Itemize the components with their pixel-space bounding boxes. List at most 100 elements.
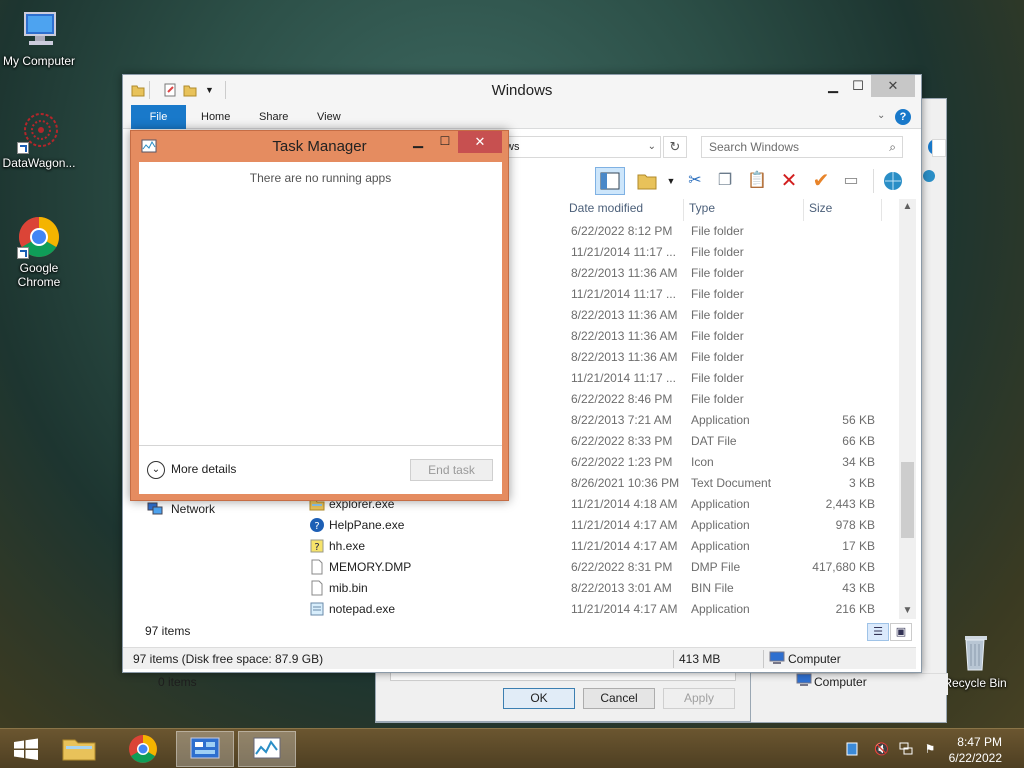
file-type: Application — [691, 539, 750, 553]
file-type: File folder — [691, 308, 744, 322]
ok-button[interactable]: OK — [503, 688, 575, 709]
no-apps-message: There are no running apps — [249, 171, 392, 185]
more-details-label: More details — [171, 462, 237, 477]
refresh-button[interactable]: ↻ — [663, 136, 687, 158]
explorer-titlebar[interactable]: ▼ Windows ▁ ☐ ✕ — [123, 75, 921, 105]
help-icon[interactable]: ? — [895, 109, 911, 125]
notepad-icon — [309, 601, 325, 617]
globe-icon[interactable] — [881, 169, 905, 193]
taskbar-task-manager[interactable] — [238, 731, 296, 767]
action-center-icon[interactable] — [845, 742, 859, 756]
search-input[interactable]: Search Windows ⌕ — [701, 136, 903, 158]
file-size: 56 KB — [842, 413, 875, 427]
delete-icon[interactable]: ✕ — [777, 169, 801, 193]
tab-home[interactable]: Home — [189, 105, 242, 129]
table-row[interactable]: ? hh.exe 11/21/2014 4:17 AM Application 17 K… — [303, 536, 903, 557]
file-date: 6/22/2022 8:31 PM — [571, 560, 673, 574]
minimize-button[interactable]: ▁ — [406, 131, 430, 153]
desktop-icon-google-chrome[interactable]: Google Chrome — [0, 215, 78, 289]
table-row[interactable]: notepad.exe 11/21/2014 4:17 AM Application… — [303, 599, 903, 620]
tab-share[interactable]: Share — [247, 105, 300, 129]
column-header-size[interactable]: Size — [809, 201, 832, 219]
shortcut-arrow-icon — [17, 247, 29, 259]
chrome-icon — [17, 215, 61, 259]
rename-icon[interactable]: ▭ — [839, 169, 863, 193]
hh-icon: ? — [309, 538, 325, 554]
svg-text:?: ? — [314, 521, 319, 532]
chevron-down-icon[interactable]: ▼ — [659, 169, 683, 193]
column-header-date[interactable]: Date modified — [569, 201, 643, 219]
address-bar[interactable]: ws ⌄ — [501, 136, 661, 158]
nav-label-network: Network — [171, 502, 216, 516]
folder-options-icon[interactable] — [635, 169, 659, 193]
globe-icon — [922, 169, 936, 183]
nav-item-network[interactable]: Network — [147, 502, 216, 516]
file-type: File folder — [691, 224, 744, 238]
desktop-icon-label: DataWagon... — [2, 156, 76, 170]
file-type: Application — [691, 602, 750, 616]
desktop-icon-my-computer[interactable]: My Computer — [0, 8, 78, 68]
file-date: 8/22/2013 11:36 AM — [571, 266, 678, 280]
file-type: File folder — [691, 350, 744, 364]
network-tray-icon[interactable] — [899, 742, 913, 756]
windows-logo-icon — [14, 738, 38, 760]
file-date: 8/22/2013 11:36 AM — [571, 350, 678, 364]
details-pane-icon[interactable] — [595, 167, 625, 195]
file-size: 216 KB — [835, 602, 875, 616]
close-button[interactable]: ✕ — [871, 75, 915, 97]
column-header-type[interactable]: Type — [689, 201, 715, 219]
more-details-button[interactable]: ⌄ More details — [147, 461, 236, 479]
desktop-icon-label: Google Chrome — [17, 261, 61, 289]
desktop-icon-datawagon[interactable]: DataWagon... — [0, 110, 78, 170]
table-row[interactable]: mib.bin 8/22/2013 3:01 AM BIN File 43 KB — [303, 578, 903, 599]
expand-ribbon-icon[interactable]: ⌄ — [877, 110, 885, 121]
volume-muted-icon[interactable]: 🔇 — [874, 742, 889, 756]
chevron-down-icon[interactable]: ⌄ — [648, 137, 656, 157]
vertical-scrollbar[interactable]: ▲ ▼ — [899, 199, 916, 619]
tab-file[interactable]: File — [131, 105, 186, 129]
file-type: DMP File — [691, 560, 741, 574]
item-count: 97 items — [145, 624, 191, 638]
ribbon-tabs: File Home Share View ⌄ ? — [123, 105, 921, 129]
apply-button[interactable]: Apply — [663, 688, 735, 709]
clock[interactable]: 8:47 PM 6/22/2022 — [949, 734, 1002, 766]
scroll-up-icon[interactable]: ▲ — [899, 201, 916, 212]
file-date: 8/26/2021 10:36 PM — [571, 476, 680, 490]
file-date: 11/21/2014 4:17 AM — [571, 602, 678, 616]
search-placeholder: Search Windows — [709, 140, 800, 154]
taskbar-file-explorer[interactable] — [50, 731, 108, 767]
flag-alert-icon[interactable]: ⚑ — [923, 742, 937, 756]
file-date: 11/21/2014 4:17 AM — [571, 539, 678, 553]
table-row[interactable]: MEMORY.DMP 6/22/2022 8:31 PM DMP File 417,6… — [303, 557, 903, 578]
start-button[interactable] — [6, 733, 46, 765]
file-date: 8/22/2013 3:01 AM — [571, 581, 672, 595]
file-icon — [309, 559, 325, 575]
file-date: 11/21/2014 11:17 ... — [571, 371, 676, 385]
scrollbar-thumb[interactable] — [901, 462, 914, 538]
clock-time: 8:47 PM — [957, 735, 1002, 749]
maximize-button[interactable]: ☐ — [433, 131, 457, 153]
taskbar-chrome[interactable] — [114, 731, 172, 767]
taskbar-control-panel[interactable] — [176, 731, 234, 767]
cut-icon[interactable]: ✂ — [683, 169, 707, 193]
large-icons-view-button[interactable]: ▣ — [890, 623, 912, 641]
cancel-button[interactable]: Cancel — [583, 688, 655, 709]
copy-icon[interactable]: ❐ — [713, 169, 737, 193]
control-panel-icon — [190, 737, 220, 759]
close-button[interactable]: ✕ — [458, 131, 502, 153]
file-date: 6/22/2022 8:12 PM — [571, 224, 673, 238]
file-size: 978 KB — [835, 518, 875, 532]
scroll-down-icon[interactable]: ▼ — [899, 605, 916, 616]
table-row[interactable]: ? HelpPane.exe 11/21/2014 4:17 AM Applicati… — [303, 515, 903, 536]
task-manager-window: Task Manager ▁ ☐ ✕ There are no running … — [130, 130, 509, 501]
paste-icon[interactable]: 📋 — [745, 169, 769, 193]
checkmark-icon[interactable]: ✔ — [809, 169, 833, 193]
tab-view[interactable]: View — [305, 105, 353, 129]
shortcut-arrow-icon — [17, 142, 29, 154]
end-task-button[interactable]: End task — [410, 459, 493, 481]
recycle-bin-icon — [953, 630, 997, 674]
file-size: 66 KB — [842, 434, 875, 448]
search-icon: ⌕ — [889, 140, 896, 154]
computer-small-icon — [769, 651, 785, 668]
details-view-button[interactable]: ☰ — [867, 623, 889, 641]
